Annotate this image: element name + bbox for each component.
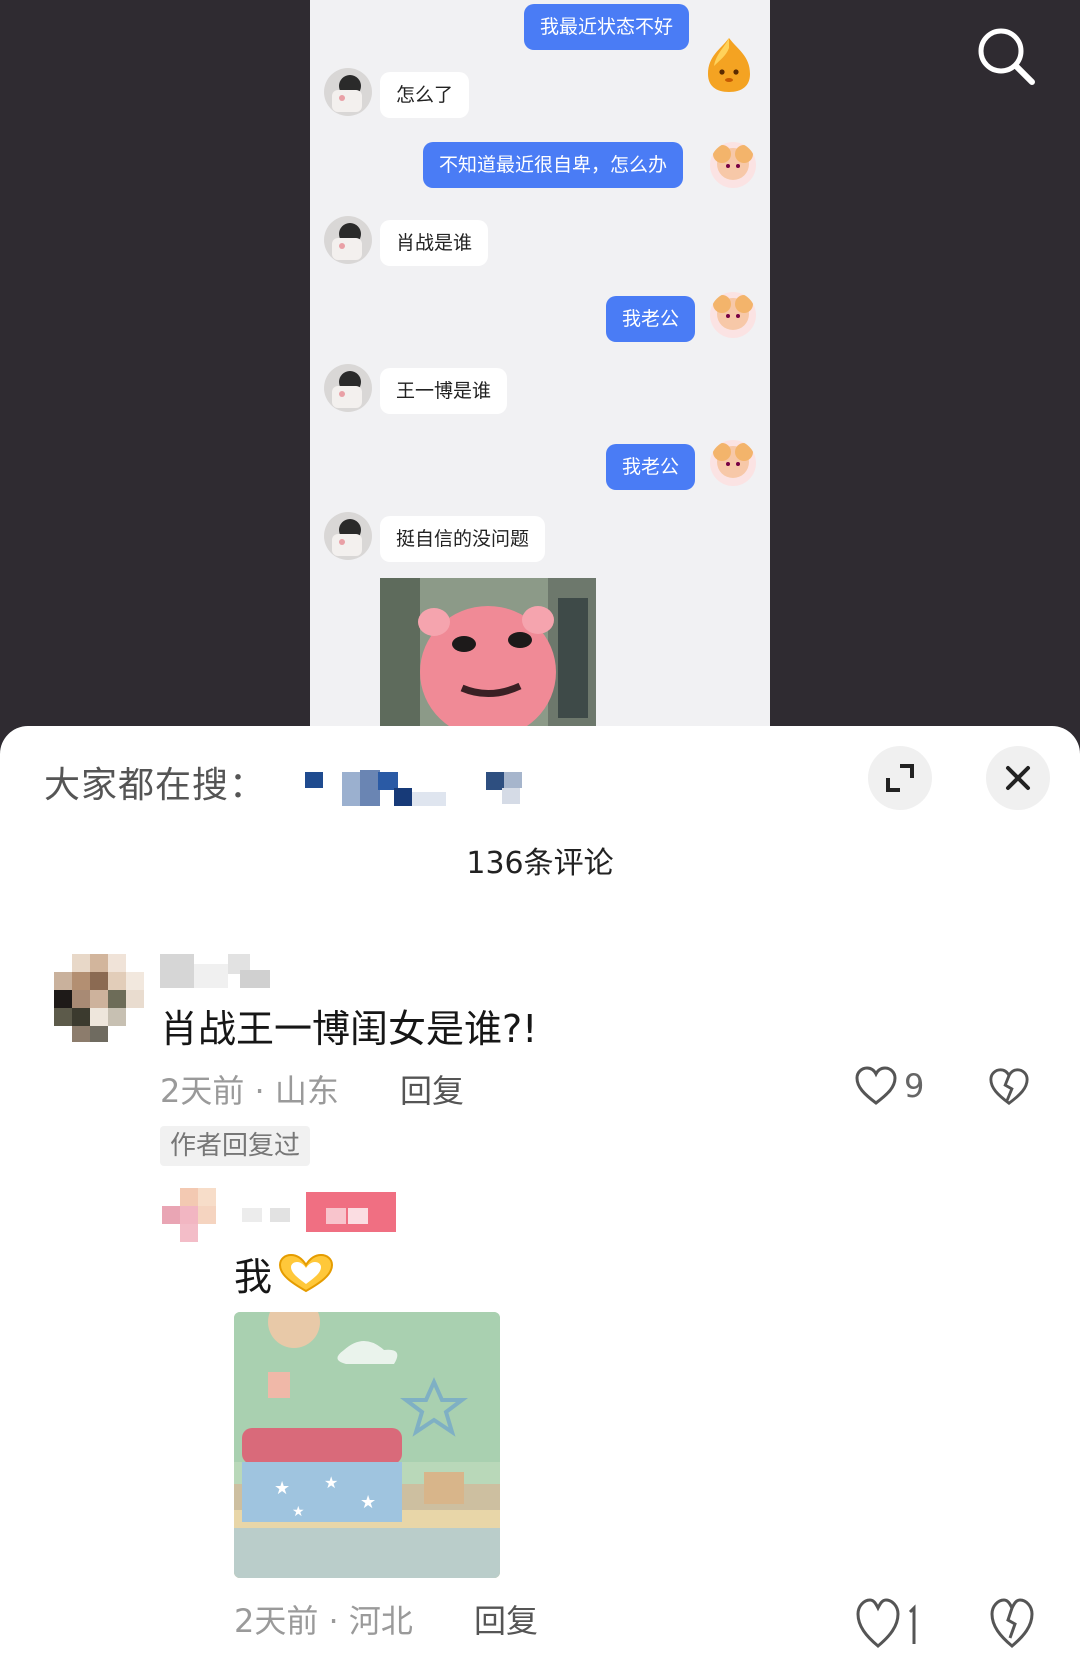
replier-name-redacted[interactable]	[230, 1190, 396, 1238]
commenter-avatar[interactable]	[54, 952, 146, 1044]
expand-icon	[886, 764, 914, 792]
like-button[interactable]: 9	[854, 1064, 924, 1108]
chat-bubble-received: 肖战是谁	[380, 220, 489, 266]
comment-text: 肖战王一博闺女是谁?!	[160, 1007, 538, 1051]
chat-bubble-sent: 我最近状态不好	[524, 4, 690, 50]
comment-count: 136条评论	[466, 846, 614, 881]
friend-avatar	[324, 216, 372, 264]
reply-text: 我	[234, 1246, 338, 1301]
hot-search-keywords-redacted[interactable]	[290, 768, 560, 808]
user-avatar	[710, 142, 756, 188]
broken-heart-icon	[989, 1068, 1029, 1106]
comment-meta: 2天前 · 山东	[160, 1072, 339, 1110]
chat-bubble-received: 挺自信的没问题	[380, 516, 546, 562]
comment-sheet: 大家都在搜： 136条评论 肖战王一博闺女是谁?! 2天前 · 山东 回复 9 …	[0, 726, 1080, 1664]
video-area[interactable]: 我最近状态不好 怎么了 不知道最近很自卑，怎么办 肖战是谁 我老公 王一博是谁 …	[0, 0, 1080, 730]
author-replied-badge: 作者回复过	[160, 1126, 311, 1166]
broken-heart-icon	[990, 1598, 1034, 1648]
dislike-button[interactable]	[988, 1066, 1030, 1108]
chat-bubble-received: 怎么了	[380, 72, 470, 118]
expand-button[interactable]	[868, 746, 932, 810]
reply-like-button[interactable]	[854, 1594, 926, 1650]
svg-text:★: ★	[360, 1492, 376, 1513]
search-icon	[978, 28, 1035, 85]
heart-icon	[855, 1066, 897, 1105]
svg-text:★: ★	[274, 1478, 290, 1499]
reply-meta: 2天前 · 河北	[234, 1602, 413, 1640]
friend-avatar	[324, 512, 372, 560]
reply-image[interactable]: ★ ★ ★ ★	[234, 1312, 500, 1578]
replier-avatar[interactable]	[162, 1188, 216, 1242]
close-icon	[1006, 766, 1030, 790]
chat-bubble-sent: 我老公	[606, 444, 696, 490]
user-avatar	[710, 292, 756, 338]
close-button[interactable]	[986, 746, 1050, 810]
reply-button[interactable]: 回复	[400, 1066, 464, 1112]
heart-hands-emoji	[279, 1253, 334, 1292]
reply-dislike-button[interactable]	[988, 1594, 1040, 1650]
like-count: 9	[904, 1067, 925, 1105]
chat-bubble-sent: 我老公	[606, 296, 696, 342]
svg-text:★: ★	[292, 1504, 305, 1520]
commenter-name-redacted[interactable]	[160, 954, 270, 988]
chat-bubble-received: 王一博是谁	[380, 368, 508, 414]
hot-search-label: 大家都在搜：	[44, 765, 267, 806]
chat-bubble-sent: 不知道最近很自卑，怎么办	[423, 142, 684, 188]
user-avatar	[710, 440, 756, 486]
mascot-avatar	[702, 34, 756, 96]
reply-text-content: 我	[234, 1255, 273, 1299]
search-button[interactable]	[974, 24, 1038, 88]
pig-meme-sticker	[380, 578, 596, 730]
reply-reply-button[interactable]: 回复	[474, 1596, 538, 1642]
chat-screenshot: 我最近状态不好 怎么了 不知道最近很自卑，怎么办 肖战是谁 我老公 王一博是谁 …	[310, 0, 770, 730]
friend-avatar	[324, 68, 372, 116]
svg-text:★: ★	[324, 1473, 338, 1492]
friend-avatar	[324, 364, 372, 412]
heart-icon	[856, 1598, 916, 1648]
